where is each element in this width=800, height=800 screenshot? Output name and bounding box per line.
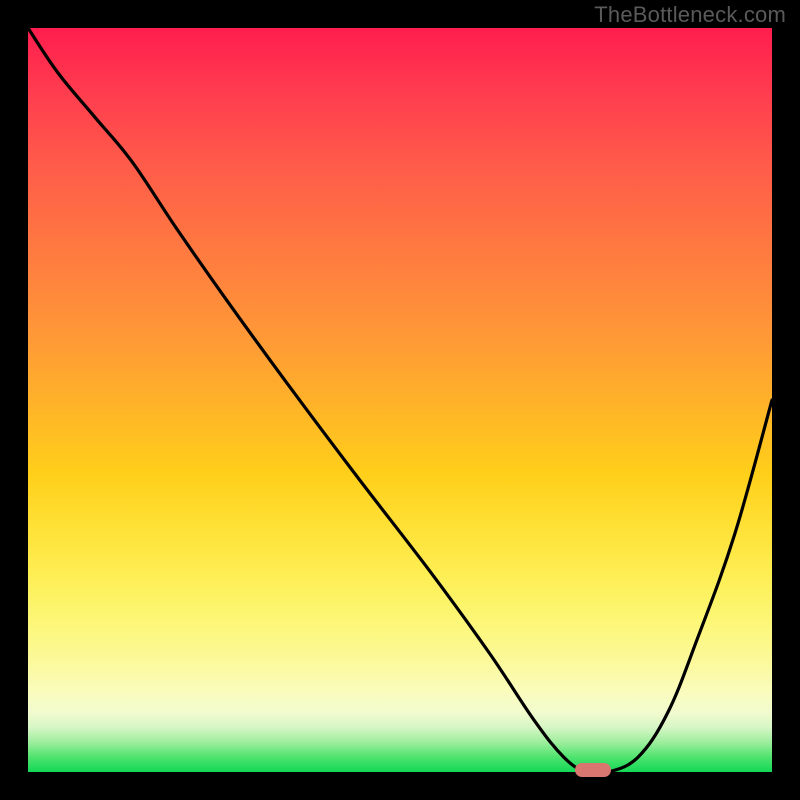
plot-area	[28, 28, 772, 772]
watermark-text: TheBottleneck.com	[594, 2, 786, 28]
chart-frame: TheBottleneck.com	[0, 0, 800, 800]
optimal-marker	[575, 763, 611, 777]
bottleneck-curve	[28, 28, 772, 772]
curve-layer	[28, 28, 772, 772]
